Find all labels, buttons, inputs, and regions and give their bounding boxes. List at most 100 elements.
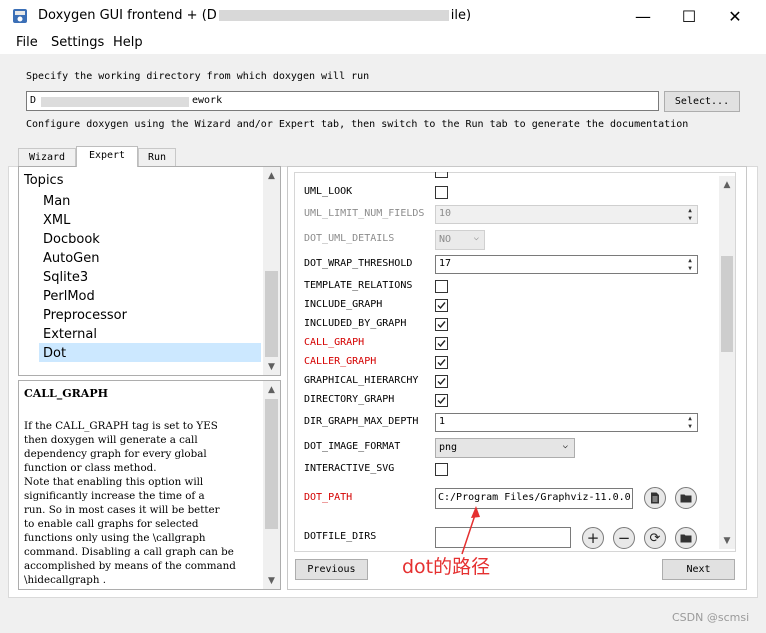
plus-icon: + xyxy=(586,529,600,547)
scroll-down-icon[interactable]: ▼ xyxy=(263,358,280,375)
partial-checkbox xyxy=(435,172,448,178)
tab-wizard[interactable]: Wizard xyxy=(18,148,76,166)
option-label: DIR_GRAPH_MAX_DEPTH xyxy=(304,416,419,427)
scroll-up-icon[interactable]: ▲ xyxy=(263,167,280,184)
help-scroll-thumb[interactable] xyxy=(265,399,278,529)
spin-value: 1 xyxy=(439,416,446,427)
close-button[interactable]: ✕ xyxy=(712,0,758,32)
options-scrollbar[interactable]: ▲ ▼ xyxy=(719,176,735,549)
topic-item-dot[interactable]: Dot xyxy=(43,346,66,361)
spinbox-uml-limit-num-fields[interactable]: 10 ▲ ▼ xyxy=(435,205,698,224)
spin-value: 17 xyxy=(439,258,452,269)
topics-header: Topics xyxy=(24,173,64,188)
menu-file[interactable]: File xyxy=(16,35,38,50)
option-label: UML_LOOK xyxy=(304,186,353,197)
scroll-down-icon[interactable]: ▼ xyxy=(719,532,735,549)
checkbox-call-graph[interactable] xyxy=(435,337,448,350)
next-button[interactable]: Next xyxy=(662,559,735,580)
option-label: DOT_IMAGE_FORMAT xyxy=(304,441,401,452)
checkbox-caller-graph[interactable] xyxy=(435,356,448,369)
tab-run[interactable]: Run xyxy=(138,148,176,166)
menu-settings[interactable]: Settings xyxy=(51,35,104,50)
minus-icon: − xyxy=(617,529,631,547)
checkbox-template-relations[interactable] xyxy=(435,280,448,293)
help-panel: CALL_GRAPH If the CALL_GRAPH tag is set … xyxy=(18,380,281,590)
options-scroll-thumb[interactable] xyxy=(721,256,733,352)
option-label: TEMPLATE_RELATIONS xyxy=(304,280,413,291)
option-label: INCLUDED_BY_GRAPH xyxy=(304,318,407,329)
previous-button[interactable]: Previous xyxy=(295,559,368,580)
scroll-up-icon[interactable]: ▲ xyxy=(719,176,735,193)
annotation-label: dot的路径 xyxy=(402,556,491,578)
combo-dot-uml-details[interactable]: NO ⌵ xyxy=(435,230,485,250)
browse-dir-folder-button[interactable] xyxy=(675,527,697,549)
add-dir-button[interactable]: + xyxy=(582,527,604,549)
topics-scroll-thumb[interactable] xyxy=(265,271,278,357)
topic-item-man[interactable]: Man xyxy=(43,194,70,209)
refresh-icon: ⟳ xyxy=(649,530,661,546)
help-scrollbar[interactable]: ▲ ▼ xyxy=(263,381,280,589)
topic-item-perlmod[interactable]: PerlMod xyxy=(43,289,95,304)
combo-dot-image-format[interactable]: png ⌵ xyxy=(435,438,575,458)
checkmark-icon xyxy=(437,378,446,386)
chevron-down-icon: ⌵ xyxy=(473,233,479,243)
topic-item-autogen[interactable]: AutoGen xyxy=(43,251,100,266)
scroll-up-icon[interactable]: ▲ xyxy=(263,381,280,398)
remove-dir-button[interactable]: − xyxy=(613,527,635,549)
option-label: DOT_WRAP_THRESHOLD xyxy=(304,258,413,269)
option-label-modified: CALLER_GRAPH xyxy=(304,356,377,367)
refresh-dir-button[interactable]: ⟳ xyxy=(644,527,666,549)
select-directory-button[interactable]: Select... xyxy=(664,91,740,112)
tab-expert[interactable]: Expert xyxy=(76,146,138,167)
spin-value: 10 xyxy=(439,208,452,219)
checkmark-icon xyxy=(437,397,446,405)
folder-icon xyxy=(680,534,692,543)
combo-value: NO xyxy=(439,234,452,245)
spin-arrows-icon[interactable]: ▲ ▼ xyxy=(684,207,696,222)
topics-list[interactable]: Topics Man XML Docbook AutoGen Sqlite3 P… xyxy=(18,166,281,376)
topic-item-xml[interactable]: XML xyxy=(43,213,70,228)
workdir-input[interactable]: D ework xyxy=(26,91,659,111)
browse-file-button[interactable] xyxy=(644,487,666,509)
checkbox-directory-graph[interactable] xyxy=(435,394,448,407)
option-label: INTERACTIVE_SVG xyxy=(304,463,395,474)
spin-arrows-icon[interactable]: ▲ ▼ xyxy=(684,415,696,430)
selected-topic-highlight xyxy=(39,343,261,362)
option-label-modified: DOT_PATH xyxy=(304,492,353,503)
option-label: DIRECTORY_GRAPH xyxy=(304,394,395,405)
topic-item-docbook[interactable]: Docbook xyxy=(43,232,100,247)
topic-item-external[interactable]: External xyxy=(43,327,97,342)
maximize-button[interactable]: ☐ xyxy=(666,0,712,32)
combo-value: png xyxy=(439,442,458,453)
minimize-button[interactable]: — xyxy=(620,0,666,32)
workdir-value-start: D xyxy=(30,95,37,106)
configure-hint: Configure doxygen using the Wizard and/o… xyxy=(26,119,689,130)
topics-scrollbar[interactable]: ▲ ▼ xyxy=(263,167,280,375)
checkbox-uml-look[interactable] xyxy=(435,186,448,199)
checkbox-included-by-graph[interactable] xyxy=(435,318,448,331)
chevron-down-icon: ⌵ xyxy=(562,441,568,451)
menu-help[interactable]: Help xyxy=(113,35,143,50)
topic-item-sqlite3[interactable]: Sqlite3 xyxy=(43,270,88,285)
checkbox-graphical-hierarchy[interactable] xyxy=(435,375,448,388)
checkbox-include-graph[interactable] xyxy=(435,299,448,312)
option-label: GRAPHICAL_HIERARCHY xyxy=(304,375,419,386)
option-label: DOTFILE_DIRS xyxy=(304,531,377,542)
browse-folder-button[interactable] xyxy=(675,487,697,509)
folder-icon xyxy=(680,494,692,503)
file-icon xyxy=(651,492,659,504)
checkbox-interactive-svg[interactable] xyxy=(435,463,448,476)
window-title: Doxygen GUI frontend + (D ile) xyxy=(38,8,472,23)
topic-item-preprocessor[interactable]: Preprocessor xyxy=(43,308,127,323)
help-text: If the CALL_GRAPH tag is set to YES then… xyxy=(24,420,236,586)
spin-arrows-icon[interactable]: ▲ ▼ xyxy=(684,257,696,272)
scroll-down-icon[interactable]: ▼ xyxy=(263,572,280,589)
checkmark-icon xyxy=(437,340,446,348)
checkmark-icon xyxy=(437,321,446,329)
spinbox-dir-graph-max-depth[interactable]: 1 ▲ ▼ xyxy=(435,413,698,432)
help-title: CALL_GRAPH xyxy=(24,387,108,400)
doxygen-app-icon xyxy=(12,7,28,25)
option-label-modified: CALL_GRAPH xyxy=(304,337,365,348)
spinbox-dot-wrap-threshold[interactable]: 17 ▲ ▼ xyxy=(435,255,698,274)
option-label: DOT_UML_DETAILS xyxy=(304,233,395,244)
